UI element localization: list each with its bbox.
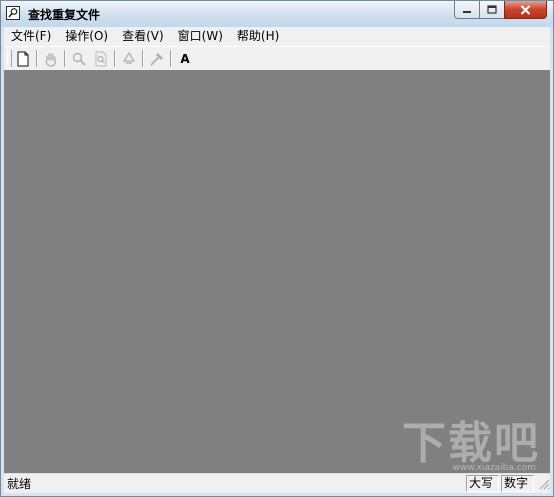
minimize-icon <box>463 10 471 13</box>
toolbar-separator <box>114 50 116 67</box>
close-button[interactable] <box>504 1 547 19</box>
toolbar-separator <box>170 50 172 67</box>
new-document-icon <box>17 51 29 66</box>
font-button[interactable]: A <box>174 48 196 69</box>
window-title: 查找重复文件 <box>28 8 101 22</box>
menu-file[interactable]: 文件(F) <box>4 27 58 46</box>
hand-button[interactable] <box>40 48 62 69</box>
menu-view[interactable]: 查看(V) <box>115 27 171 46</box>
main-window: 查找重复文件 文件(F) 操作(O) 查看(V) 窗口(W) 帮助(H) A 下… <box>0 0 554 497</box>
menu-window[interactable]: 窗口(W) <box>171 27 230 46</box>
search-button[interactable] <box>68 48 90 69</box>
status-bar: 就绪 大写 数字 <box>4 474 550 493</box>
menu-bar: 文件(F) 操作(O) 查看(V) 窗口(W) 帮助(H) <box>4 27 550 46</box>
maximize-icon <box>487 5 497 14</box>
font-icon: A <box>180 51 190 66</box>
app-search-icon <box>6 6 20 20</box>
minimize-button[interactable] <box>454 1 480 19</box>
maximize-button[interactable] <box>479 1 505 19</box>
new-button[interactable] <box>12 48 34 69</box>
recycle-icon <box>122 51 136 64</box>
search-document-button[interactable] <box>90 48 112 69</box>
watermark-url: www.xiazaiba.com <box>452 463 536 473</box>
resize-grip[interactable] <box>536 476 550 491</box>
toolbar: A <box>4 46 550 71</box>
menu-operation[interactable]: 操作(O) <box>58 27 115 46</box>
menu-help[interactable]: 帮助(H) <box>230 27 286 46</box>
title-bar[interactable]: 查找重复文件 <box>1 1 553 27</box>
toolbar-separator <box>64 50 66 67</box>
search-document-icon <box>95 51 107 66</box>
search-icon <box>72 52 86 66</box>
toolbar-separator <box>142 50 144 67</box>
status-text: 就绪 <box>7 477 32 491</box>
hand-icon <box>45 52 57 67</box>
toolbar-separator <box>36 50 38 67</box>
hammer-icon <box>150 52 163 66</box>
recycle-button[interactable] <box>118 48 140 69</box>
status-pane-caps: 大写 <box>466 475 499 492</box>
mdi-client-area[interactable]: 下载吧 www.xiazaiba.com <box>4 70 550 473</box>
status-pane-num: 数字 <box>501 475 534 492</box>
hammer-button[interactable] <box>146 48 168 69</box>
close-icon <box>520 4 531 15</box>
watermark-logo: 下载吧 <box>402 418 540 469</box>
